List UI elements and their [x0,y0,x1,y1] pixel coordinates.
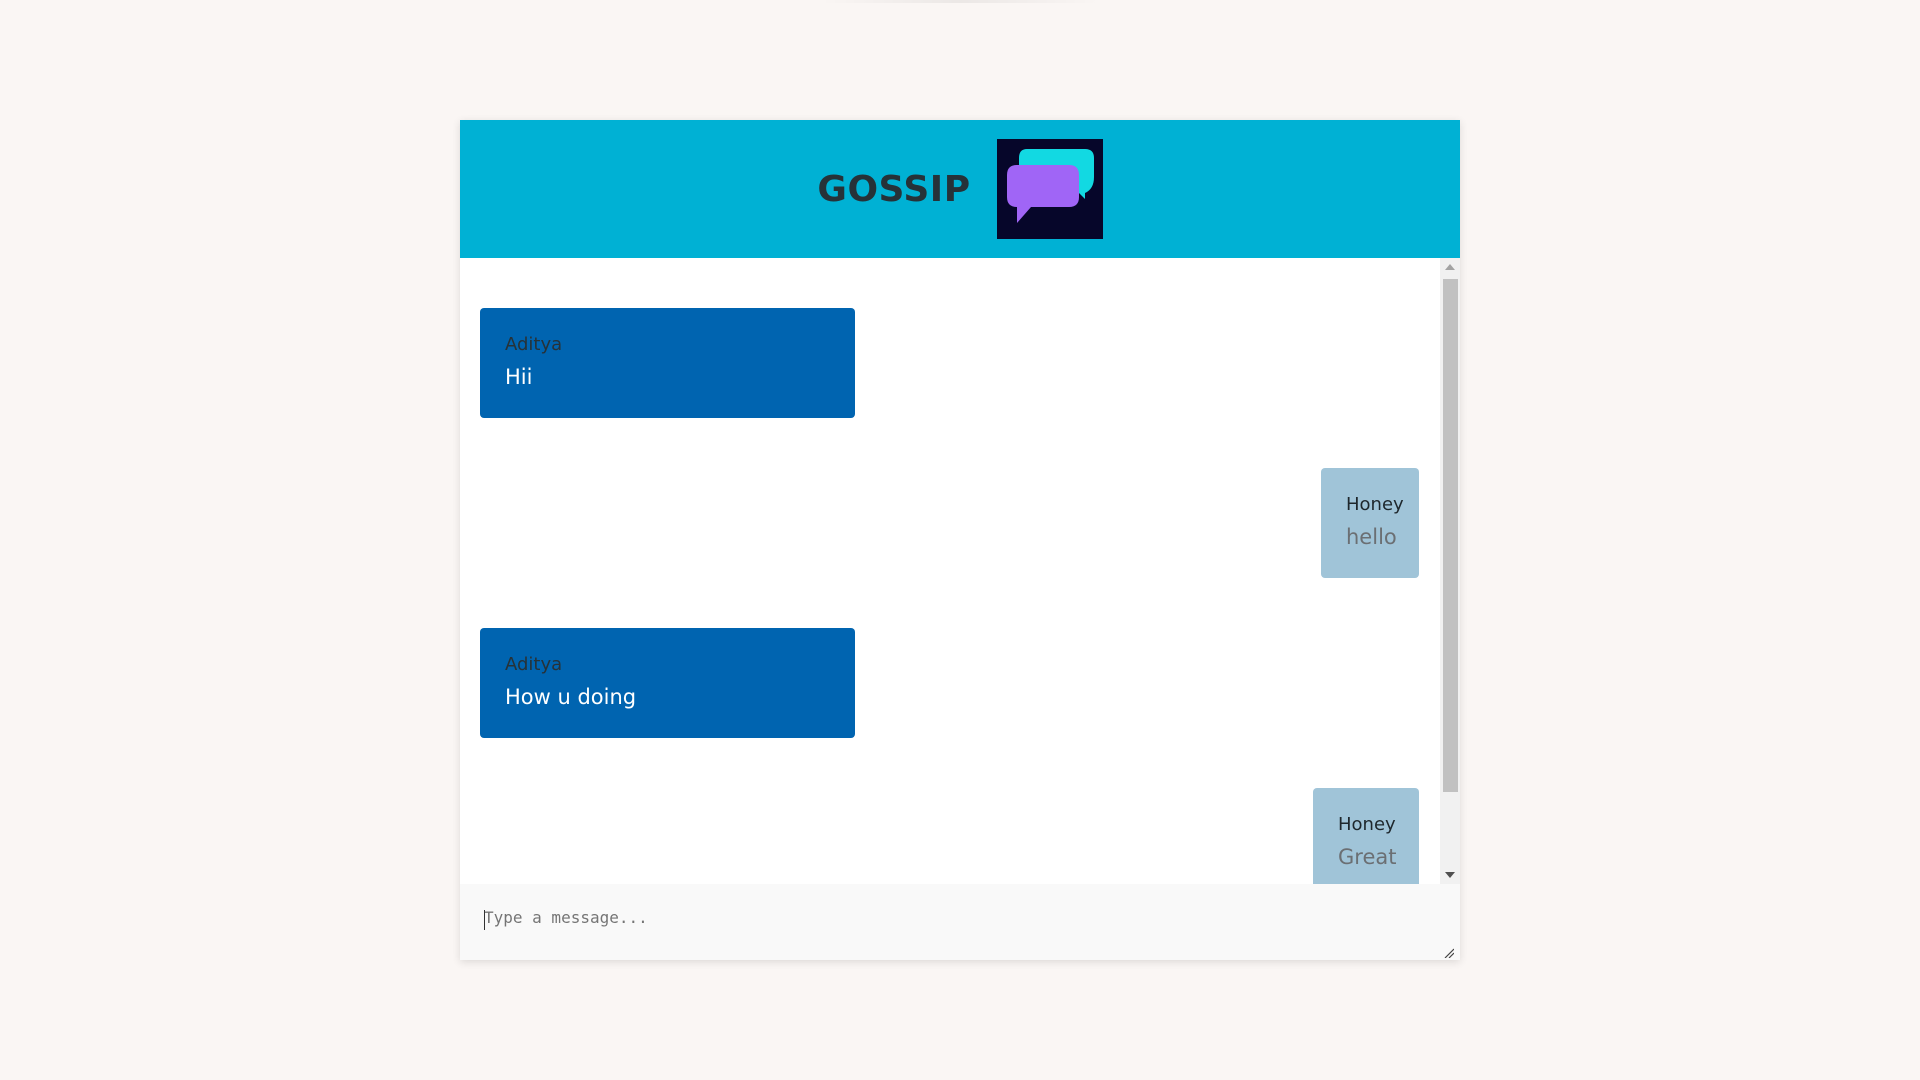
triangle-up-icon[interactable] [1440,258,1460,276]
chat-window: GOSSIP Aditya Hii Honey hello Aditya How… [460,120,1460,960]
app-title: GOSSIP [817,168,971,210]
triangle-down-icon[interactable] [1440,866,1460,884]
message-sender: Aditya [505,654,563,675]
message-bubble-incoming: Aditya How u doing [480,628,855,738]
chat-header: GOSSIP [460,120,1460,258]
message-composer [460,884,1460,960]
message-text: Great [1338,845,1397,869]
top-divider [820,0,1100,3]
message-list[interactable]: Aditya Hii Honey hello Aditya How u doin… [460,258,1460,884]
message-input[interactable] [460,884,1460,960]
scrollbar-thumb[interactable] [1443,279,1458,792]
message-sender: Honey [1346,494,1404,515]
message-text: hello [1346,525,1397,549]
message-text: Hii [505,365,533,389]
message-list-scrollbar[interactable] [1440,258,1460,884]
chat-bubbles-icon [996,139,1103,239]
message-bubble-incoming: Aditya Hii [480,308,855,418]
text-cursor [484,910,485,930]
message-sender: Aditya [505,334,563,355]
message-text: How u doing [505,685,637,709]
resize-handle-icon[interactable] [1444,943,1455,959]
message-bubble-outgoing: Honey Great [1313,788,1419,884]
message-sender: Honey [1338,814,1396,835]
message-bubble-outgoing: Honey hello [1321,468,1419,578]
